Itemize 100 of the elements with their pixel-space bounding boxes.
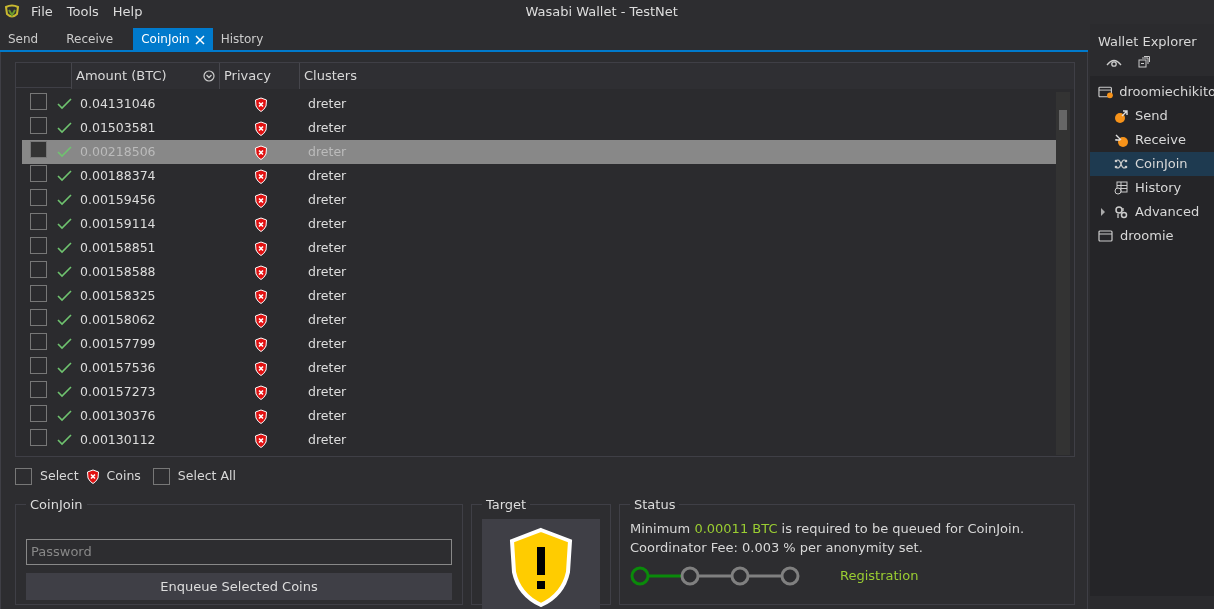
cluster-text: dreter bbox=[308, 191, 347, 207]
warning-shield-icon bbox=[508, 526, 574, 607]
amount-text: 0.00159456 bbox=[80, 191, 156, 207]
tree-item[interactable]: History bbox=[1090, 175, 1214, 200]
cluster-text: dreter bbox=[308, 359, 347, 375]
checkbox[interactable] bbox=[30, 212, 47, 230]
scrollbar[interactable] bbox=[1056, 92, 1070, 455]
group-title: Target bbox=[485, 496, 528, 514]
menu-item[interactable]: Tools bbox=[59, 2, 106, 22]
cluster-text: dreter bbox=[308, 407, 347, 423]
shield-x-icon bbox=[254, 336, 268, 352]
cluster-text: dreter bbox=[308, 119, 347, 135]
cluster-text: dreter bbox=[308, 383, 347, 399]
shield-x-icon bbox=[254, 240, 268, 256]
collapsed-caret-icon[interactable] bbox=[1100, 208, 1106, 217]
amount-text: 0.04131046 bbox=[80, 95, 156, 111]
checkbox-label[interactable]: Select bbox=[40, 466, 79, 486]
checkbox[interactable] bbox=[30, 116, 47, 134]
shield-x-icon bbox=[254, 216, 268, 232]
amount-text: 0.00159114 bbox=[80, 215, 156, 231]
history-icon bbox=[1114, 180, 1129, 195]
amount-text: 0.00157273 bbox=[80, 383, 156, 399]
checkbox[interactable] bbox=[30, 284, 47, 302]
checkbox[interactable] bbox=[152, 467, 170, 485]
checkbox[interactable] bbox=[30, 260, 47, 278]
tree-item[interactable]: Advanced bbox=[1090, 199, 1214, 224]
checkbox[interactable] bbox=[30, 404, 47, 422]
cluster-text: dreter bbox=[308, 335, 347, 351]
receive-icon bbox=[1114, 132, 1129, 147]
checkbox[interactable] bbox=[30, 308, 47, 326]
checkbox-label[interactable]: Coins bbox=[106, 466, 141, 486]
shield-x-icon bbox=[254, 168, 268, 184]
checkbox[interactable] bbox=[30, 92, 47, 110]
shield-x-icon bbox=[254, 408, 268, 424]
checkbox[interactable] bbox=[30, 428, 47, 446]
tree-item[interactable]: CoinJoin bbox=[1090, 151, 1214, 176]
cluster-text: dreter bbox=[308, 431, 347, 447]
amount-text: 0.00158851 bbox=[80, 239, 156, 255]
cluster-text: dreter bbox=[308, 215, 347, 231]
group-title: CoinJoin bbox=[29, 496, 84, 514]
amount-text: 0.00130376 bbox=[80, 407, 156, 423]
amount-text: 0.00157799 bbox=[80, 335, 156, 351]
amount-text: 0.00157536 bbox=[80, 359, 156, 375]
status-message: Minimum 0.00011 BTC is required to be queued for CoinJoin. bbox=[630, 519, 1026, 538]
close-icon[interactable] bbox=[194, 34, 205, 45]
cluster-text: dreter bbox=[308, 95, 347, 111]
tab[interactable]: History bbox=[212, 28, 272, 50]
tab[interactable]: CoinJoin bbox=[133, 28, 213, 50]
window-title: Wasabi Wallet - TestNet bbox=[525, 4, 678, 20]
cluster-text: dreter bbox=[308, 167, 347, 183]
cluster-text: dreter bbox=[308, 263, 347, 279]
shield-x-icon bbox=[254, 360, 268, 376]
wallet-item[interactable]: droomie bbox=[1090, 223, 1214, 248]
tree-item[interactable]: Receive bbox=[1090, 127, 1214, 152]
panel-title: Wallet Explorer bbox=[1097, 33, 1198, 51]
shield-x-icon bbox=[254, 432, 268, 448]
amount-text: 0.00158325 bbox=[80, 287, 156, 303]
checkbox[interactable] bbox=[30, 188, 47, 206]
shield-x-icon bbox=[254, 312, 268, 328]
tree-item[interactable]: Send bbox=[1090, 103, 1214, 128]
amount-text: 0.00158062 bbox=[80, 311, 156, 327]
sort-icon bbox=[203, 69, 215, 82]
enqueue-button[interactable]: Enqueue Selected Coins bbox=[26, 572, 452, 600]
gears-icon bbox=[1114, 204, 1129, 219]
checkbox[interactable] bbox=[30, 140, 47, 158]
amount-text: 0.00188374 bbox=[80, 167, 156, 183]
column-header[interactable]: Privacy bbox=[219, 63, 299, 89]
shield-x-icon bbox=[254, 264, 268, 280]
send-icon bbox=[1114, 108, 1129, 123]
menu-item[interactable]: File bbox=[24, 2, 60, 22]
cluster-text: dreter bbox=[308, 311, 347, 327]
shield-x-icon bbox=[254, 144, 268, 160]
password-field[interactable]: Password bbox=[26, 538, 452, 565]
amount-text: 0.01503581 bbox=[80, 119, 156, 135]
shield-x-icon bbox=[85, 468, 100, 484]
tab[interactable]: Receive bbox=[58, 28, 122, 50]
amount-text: 0.00130112 bbox=[80, 431, 156, 447]
column-header[interactable]: Clusters bbox=[299, 63, 1074, 89]
amount-text: 0.00158588 bbox=[80, 263, 156, 279]
cluster-text: dreter bbox=[308, 287, 347, 303]
column-header[interactable]: Amount (BTC) bbox=[71, 63, 219, 89]
app-logo-icon bbox=[4, 4, 20, 20]
checkbox[interactable] bbox=[30, 356, 47, 374]
shield-x-icon bbox=[254, 120, 268, 136]
group-title: Status bbox=[633, 496, 677, 514]
checkbox[interactable] bbox=[30, 332, 47, 350]
checkbox-label[interactable]: Select All bbox=[177, 466, 236, 486]
fee-text: Coordinator Fee: 0.003 % per anonymity set. bbox=[630, 539, 924, 557]
checkbox[interactable] bbox=[15, 467, 32, 485]
checkbox[interactable] bbox=[30, 236, 47, 254]
checkbox[interactable] bbox=[30, 164, 47, 182]
cluster-text: dreter bbox=[308, 239, 347, 255]
menu-item[interactable]: Help bbox=[105, 2, 150, 22]
coinjoin-icon bbox=[1114, 156, 1129, 171]
collapse-all-icon bbox=[1138, 55, 1150, 68]
checkbox[interactable] bbox=[30, 380, 47, 398]
phase-label: Registration bbox=[840, 566, 919, 585]
shield-x-icon bbox=[254, 384, 268, 400]
shield-x-icon bbox=[254, 192, 268, 208]
tab[interactable]: Send bbox=[0, 28, 47, 50]
